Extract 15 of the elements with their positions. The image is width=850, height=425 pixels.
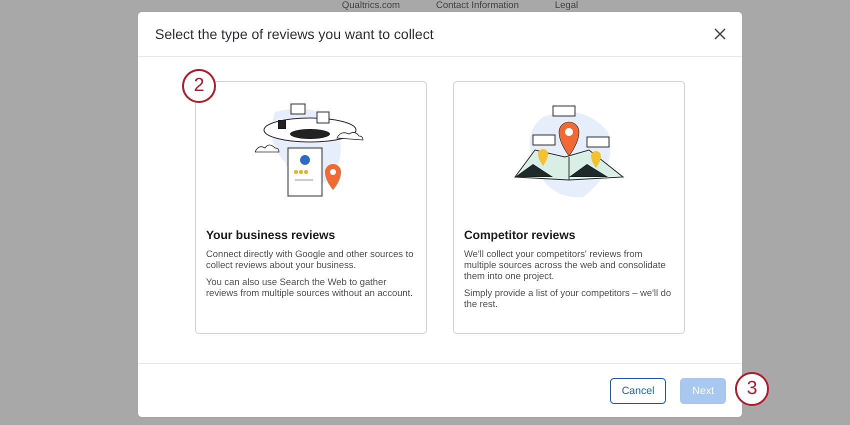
footer-link[interactable]: Legal (554, 0, 578, 11)
card-description: Simply provide a list of your competitors – we'll do the rest. (464, 287, 672, 309)
footer-link[interactable]: Contact Information (436, 0, 519, 11)
close-icon (714, 28, 726, 40)
close-button[interactable] (714, 28, 726, 40)
card-description: We'll collect your competitors' reviews from multiple sources across the web and consolidate them into one project. (464, 248, 667, 281)
card-description: Connect directly with Google and other sources to collect reviews about your business. (206, 248, 414, 270)
review-type-card[interactable]: Competitor reviews We'll collect your competitors' reviews from multiple sources across the web and consolidate them into one project. Simply provide a list of your competitors – we'll do the rest. (453, 81, 685, 334)
dialog-title: Select the type of reviews you want to collect (155, 26, 434, 42)
card-title: Competitor reviews (464, 228, 576, 242)
step-number-marker: 3 (735, 372, 769, 406)
card-description: You can also use Search the Web to gather reviews from multiple sources without an account. (206, 276, 414, 298)
footer-link[interactable]: Qualtrics.com (342, 0, 400, 11)
cancel-button[interactable]: Cancel (610, 378, 666, 404)
card-title: Your business reviews (206, 228, 336, 242)
